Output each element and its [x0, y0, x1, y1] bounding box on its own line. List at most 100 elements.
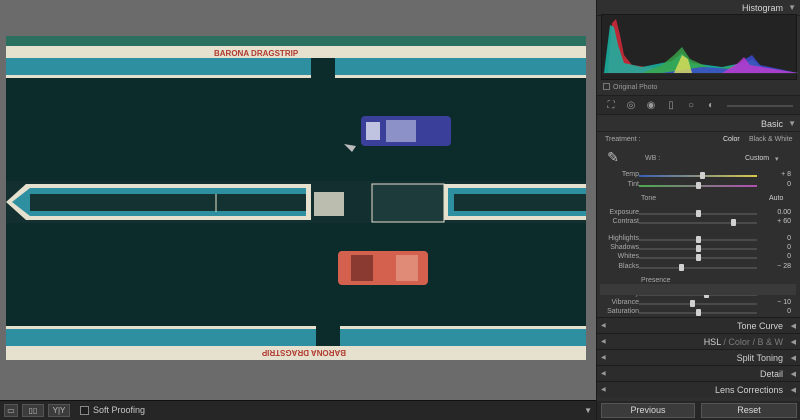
slider-thumb[interactable] [696, 245, 701, 252]
graduated-filter-icon[interactable]: ▯ [665, 100, 677, 112]
before-after-view-icon[interactable]: ▯▯ [22, 404, 44, 417]
slider-thumb[interactable] [699, 172, 705, 179]
collapse-triangle-icon[interactable]: ▼ [788, 3, 796, 12]
expand-triangle-icon[interactable]: ◀ [791, 370, 796, 378]
slider-label: Whites [617, 253, 639, 260]
presence-section-label: Presence [641, 277, 671, 284]
panel-switch-icon[interactable]: ◀ [601, 338, 606, 345]
panel-switch-icon[interactable]: ◀ [601, 386, 606, 393]
slider-value[interactable]: 0 [761, 244, 791, 251]
histogram-title: Histogram [741, 3, 783, 13]
before-after-swap-icon[interactable]: Y|Y [48, 404, 70, 417]
slider-thumb[interactable] [696, 210, 701, 217]
slider-label: Tint [627, 181, 639, 188]
reset-button[interactable]: Reset [701, 403, 797, 418]
spot-removal-icon[interactable]: ◎ [625, 100, 637, 112]
slider-thumb[interactable] [696, 309, 701, 316]
svg-text:.: . [620, 77, 621, 81]
histogram-graph[interactable]: . [601, 14, 798, 83]
slider-thumb[interactable] [679, 264, 685, 271]
slider-value[interactable]: − 10 [761, 299, 791, 306]
red-eye-icon[interactable]: ◉ [645, 100, 657, 112]
slider-label: Shadows [610, 244, 639, 251]
slider-thumb[interactable] [696, 254, 701, 261]
eyedropper-icon[interactable]: ✎ [605, 150, 621, 167]
soft-proofing-checkbox[interactable] [80, 406, 89, 415]
red-car [338, 251, 428, 285]
basic-header[interactable]: Basic ▼ [597, 116, 800, 132]
slider-value[interactable]: 0 [761, 235, 791, 242]
slider-value[interactable]: + 60 [761, 218, 791, 225]
slider-label: Blacks [618, 263, 639, 270]
slider-track[interactable] [639, 222, 757, 224]
loupe-view-icon[interactable]: ▭ [4, 404, 18, 417]
slider-label: Vibrance [611, 299, 639, 306]
image-viewer: BARONA DRAGSTRIP BARONA DRAGSTRIP [0, 0, 596, 400]
slider-label: Highlights [608, 235, 639, 242]
slider-track[interactable] [639, 303, 757, 305]
slider-label: Exposure [609, 209, 639, 216]
radial-filter-icon[interactable]: ○ [685, 100, 697, 112]
panel-switch-icon[interactable]: ◀ [601, 370, 606, 377]
basic-title: Basic [760, 119, 783, 129]
original-photo-checkbox[interactable] [603, 83, 610, 90]
previous-button[interactable]: Previous [601, 403, 695, 418]
slider-value[interactable]: 0.00 [761, 209, 791, 216]
hsl-tab[interactable]: HSL [704, 337, 721, 347]
panel-footer: Previous Reset [597, 401, 800, 420]
expand-triangle-icon[interactable]: ◀ [791, 322, 796, 330]
detail-title: Detail [759, 369, 783, 379]
wb-dropdown-icon[interactable]: ▾ [775, 155, 779, 163]
hsl-header[interactable]: ◀ HSL / Color / B & W ◀ [597, 333, 800, 349]
histogram-curves: . [602, 19, 798, 83]
color-tab[interactable]: Color [728, 337, 750, 347]
slider-track[interactable] [639, 175, 757, 177]
slider-thumb[interactable] [696, 236, 701, 243]
tool-strip: ⛶ ◎ ◉ ▯ ○ ◐ [597, 95, 800, 115]
hsl-separator-2: / [752, 337, 755, 347]
tool-slider-track[interactable] [727, 105, 793, 107]
slider-value[interactable]: 0 [761, 181, 791, 188]
treatment-bw-option[interactable]: Black & White [749, 136, 793, 143]
bw-tab[interactable]: B & W [757, 337, 783, 347]
panel-switch-icon[interactable]: ◀ [601, 322, 606, 329]
tone-auto-button[interactable]: Auto [769, 195, 783, 202]
original-photo-toggle[interactable]: Original Photo [603, 83, 657, 91]
original-photo-label: Original Photo [613, 84, 658, 91]
slider-value[interactable]: − 28 [761, 263, 791, 270]
soft-proofing-label: Soft Proofing [93, 405, 146, 415]
toolbar-menu-icon[interactable]: ▼ [584, 406, 592, 415]
lens-corrections-header[interactable]: ◀ Lens Corrections ◀ [597, 381, 800, 397]
slider-thumb[interactable] [690, 300, 696, 307]
clarity-row-highlight [600, 284, 796, 295]
tone-section-label: Tone [641, 195, 657, 202]
slider-thumb[interactable] [696, 182, 701, 189]
detail-header[interactable]: ◀ Detail ◀ [597, 365, 800, 381]
slider-label: Temp [621, 171, 639, 178]
adjustment-brush-icon[interactable]: ◐ [705, 100, 717, 112]
dragstrip-aerial-photo: BARONA DRAGSTRIP BARONA DRAGSTRIP [6, 36, 586, 360]
treatment-color-option[interactable]: Color [723, 136, 740, 143]
split-toning-title: Split Toning [736, 353, 783, 363]
slider-track[interactable] [639, 267, 757, 269]
wb-label: WB : [645, 155, 661, 162]
photo-preview[interactable]: BARONA DRAGSTRIP BARONA DRAGSTRIP [6, 36, 586, 360]
bottom-toolbar: ▭ ▯▯ Y|Y Soft Proofing ▼ [0, 400, 596, 420]
tone-curve-header[interactable]: ◀ Tone Curve ◀ [597, 317, 800, 333]
treatment-label: Treatment : [605, 136, 641, 143]
lightroom-develop-window: BARONA DRAGSTRIP BARONA DRAGSTRIP ▭ ▯▯ Y… [0, 0, 800, 420]
wb-value[interactable]: Custom [745, 155, 769, 162]
panel-switch-icon[interactable]: ◀ [601, 354, 606, 361]
slider-value[interactable]: 0 [761, 253, 791, 260]
slider-thumb[interactable] [731, 219, 737, 226]
expand-triangle-icon[interactable]: ◀ [791, 354, 796, 362]
bottom-banner-text: BARONA DRAGSTRIP [261, 348, 346, 357]
slider-value[interactable]: + 8 [761, 171, 791, 178]
crop-tool-icon[interactable]: ⛶ [605, 100, 617, 112]
split-toning-header[interactable]: ◀ Split Toning ◀ [597, 349, 800, 365]
slider-label: Saturation [607, 308, 639, 315]
expand-triangle-icon[interactable]: ◀ [791, 386, 796, 394]
collapse-triangle-icon[interactable]: ▼ [788, 119, 796, 128]
slider-value[interactable]: 0 [761, 308, 791, 315]
expand-triangle-icon[interactable]: ◀ [791, 338, 796, 346]
